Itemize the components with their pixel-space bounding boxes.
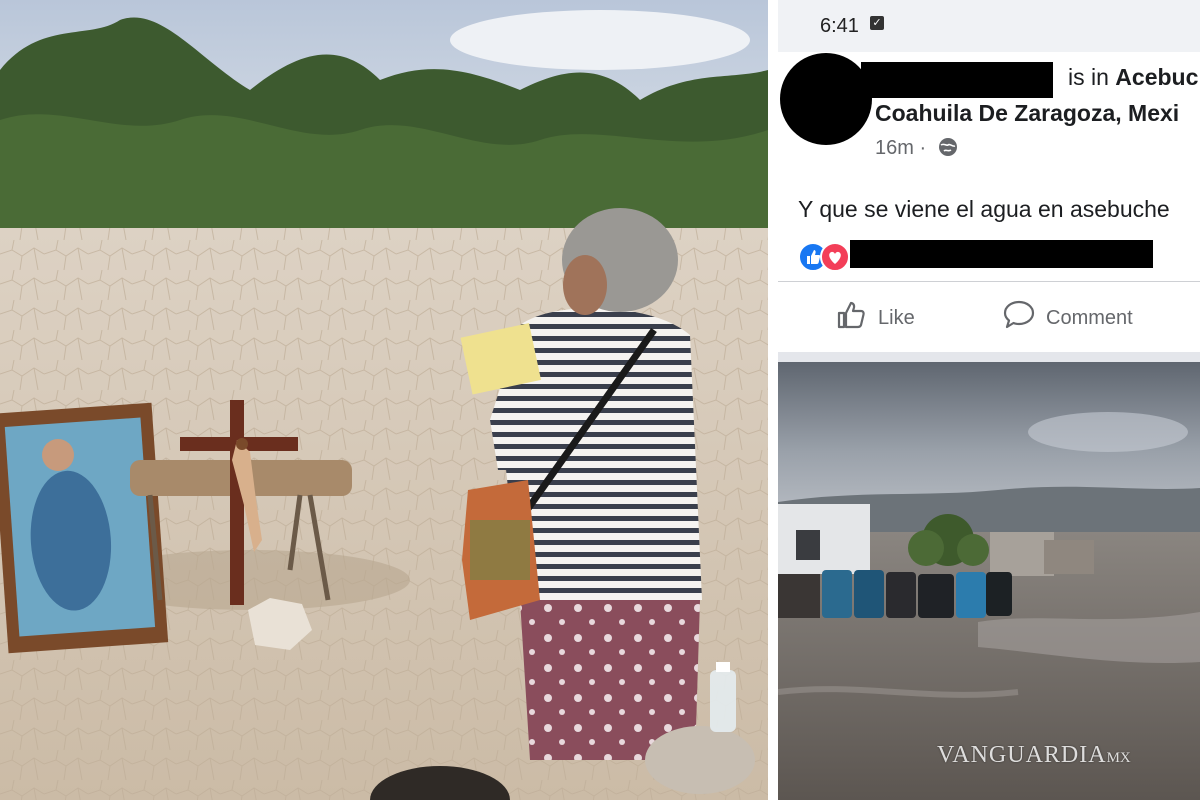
status-bar: 6:41 ✓ — [778, 0, 1200, 52]
avatar-redacted[interactable] — [780, 53, 872, 145]
post-gap — [778, 352, 1200, 362]
status-time: 6:41 — [820, 15, 859, 37]
author-name-redacted — [861, 62, 1053, 98]
facebook-post-screenshot: 6:41 ✓ is in Acebuc Coahuila De Zaragoza… — [778, 0, 1200, 800]
reaction-icons[interactable] — [798, 240, 858, 272]
comment-label: Comment — [1046, 306, 1133, 329]
action-separator — [778, 281, 1200, 282]
post-time[interactable]: 16m — [875, 137, 914, 159]
prayer-photo — [0, 0, 768, 800]
speech-bubble-icon — [1002, 298, 1036, 338]
check-square-icon: ✓ — [870, 16, 884, 30]
love-reaction-icon — [820, 242, 850, 272]
globe-icon — [938, 137, 958, 163]
vanguardia-watermark: VANGUARDIAMX — [937, 742, 1131, 769]
prayer-scene-image — [0, 0, 768, 800]
thumbs-up-icon — [834, 298, 868, 338]
panel-divider — [768, 0, 778, 800]
watermark-suffix: MX — [1106, 750, 1131, 766]
rain-photo[interactable] — [778, 362, 1200, 800]
location-line-2[interactable]: Coahuila De Zaragoza, Mexi — [875, 100, 1179, 127]
location-link[interactable]: Acebuc — [1115, 64, 1198, 90]
like-label: Like — [878, 306, 915, 329]
post-text: Y que se viene el agua en asebuche — [798, 196, 1170, 222]
location-line-1: is in Acebuc — [1068, 64, 1198, 91]
rain-scene-image — [778, 362, 1200, 800]
post-meta: 16m · — [875, 137, 958, 163]
watermark-brand: VANGUARDIA — [937, 742, 1107, 768]
like-button[interactable]: Like — [834, 300, 915, 336]
comment-button[interactable]: Comment — [1002, 300, 1133, 336]
reactors-redacted — [850, 240, 1153, 268]
location-prefix: is in — [1068, 64, 1109, 90]
meta-separator: · — [919, 137, 927, 159]
